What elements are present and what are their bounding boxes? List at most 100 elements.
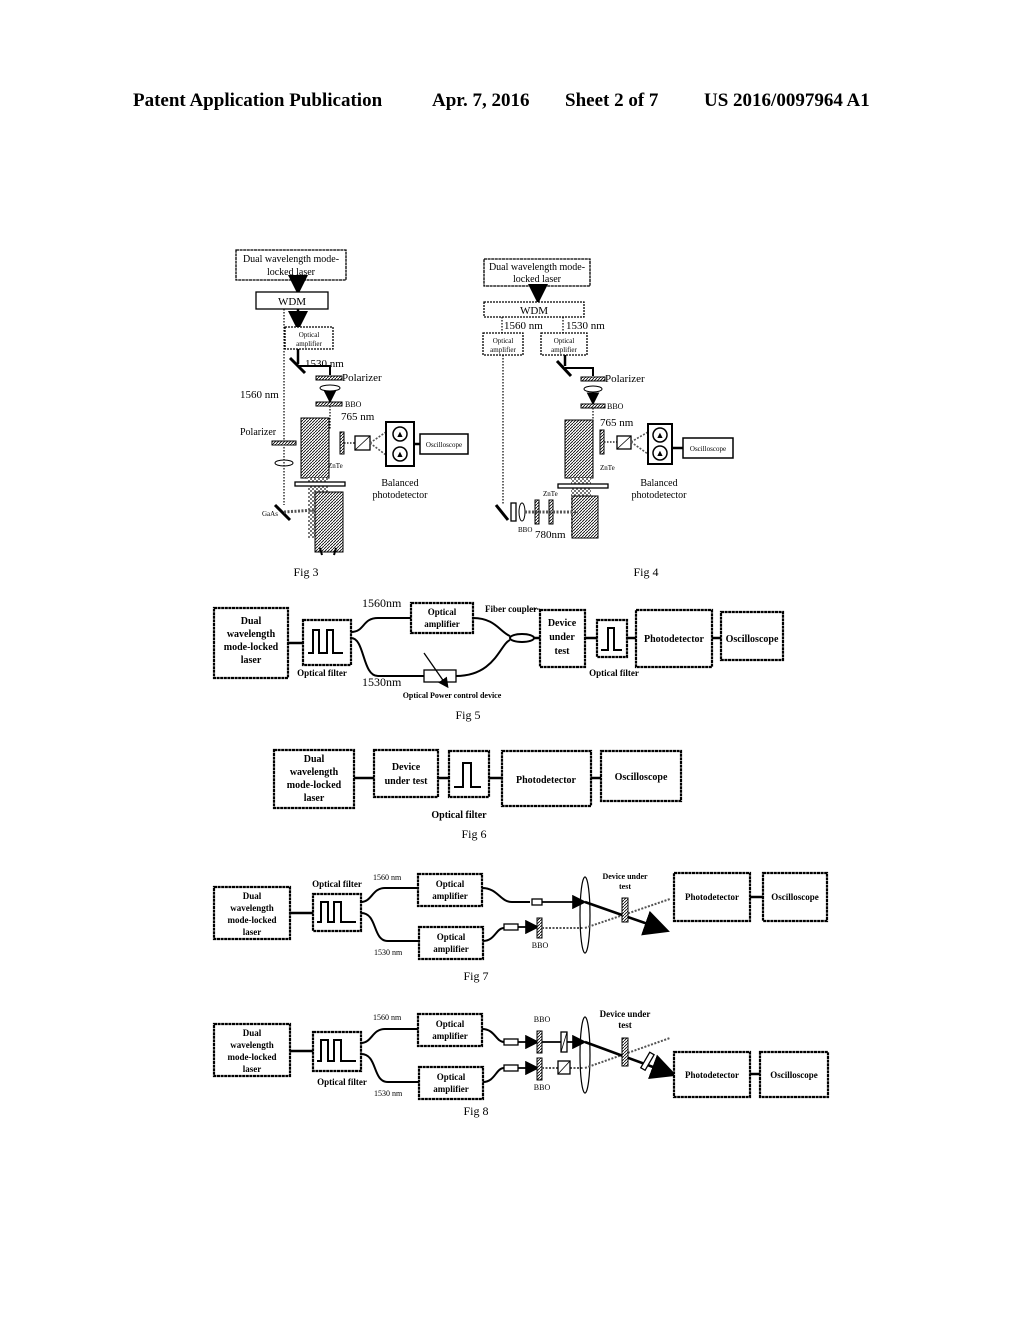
amplifier-label-1: Optical: [299, 331, 320, 339]
fig4-caption: Fig 4: [633, 565, 658, 579]
dut-label: test: [618, 1020, 632, 1030]
bbo-label: BBO: [345, 400, 362, 409]
figure-8: Dual wavelength mode-locked laser Optica…: [212, 1009, 830, 1118]
figure-5: Dual wavelength mode-locked laser Optica…: [212, 596, 785, 722]
dut-label: Device under: [602, 872, 648, 881]
laser-label-1: Dual wavelength mode-: [489, 262, 585, 273]
polarizer-left-label: Polarizer: [240, 427, 277, 438]
figure-3: Dual wavelength mode- locked laser WDM O…: [235, 249, 469, 579]
filter-label: Optical filter: [431, 810, 487, 821]
laser-label: wavelength: [227, 629, 276, 640]
amplifier-label-2: amplifier: [296, 340, 322, 348]
laser-label: Dual: [243, 891, 262, 901]
amp-label-1: Optical: [436, 1019, 465, 1029]
oscilloscope-label: Oscilloscope: [771, 892, 819, 902]
laser-label: laser: [243, 927, 262, 937]
dut-label: test: [619, 882, 631, 891]
laser-label: wavelength: [230, 1040, 274, 1050]
amp-label-1: Optical: [428, 607, 457, 617]
bpd-label-1: Balanced: [640, 478, 677, 489]
bbo-label: BBO: [607, 402, 624, 411]
wavelength-765: 765 nm: [600, 417, 634, 429]
oscilloscope-label: Oscilloscope: [615, 772, 668, 783]
polarizer-label: Polarizer: [605, 373, 645, 385]
wavelength-1530: 1530 nm: [566, 320, 605, 332]
oscilloscope-label: Oscilloscope: [726, 634, 779, 645]
polarizer: [315, 375, 343, 381]
laser-label: wavelength: [290, 767, 339, 778]
amp-label-2: amplifier: [432, 891, 468, 901]
dut-label: Device: [392, 762, 421, 773]
dut-label: under: [549, 632, 575, 643]
wavelength-1560: 1560 nm: [373, 1013, 402, 1022]
photodetector-label: Photodetector: [685, 1070, 739, 1080]
laser-label: mode-locked: [228, 915, 277, 925]
znte-crystal: [339, 431, 345, 455]
filter-label: Optical filter: [297, 668, 347, 678]
gaas-label: GaAs: [262, 510, 278, 518]
wavelength-1560: 1560nm: [362, 596, 402, 610]
fig8-caption: Fig 8: [463, 1104, 488, 1118]
filter-label: Optical filter: [312, 879, 362, 889]
bpd-label-2: photodetector: [632, 490, 688, 501]
oscilloscope-label: Oscilloscope: [690, 445, 726, 453]
bbo-label: BBO: [532, 941, 549, 950]
wavelength-1530: 1530 nm: [374, 1089, 403, 1098]
bbo-top-label: BBO: [534, 1015, 551, 1024]
laser-label: laser: [241, 655, 262, 666]
fig5-caption: Fig 5: [455, 708, 480, 722]
figure-7: Dual wavelength mode-locked laser Optica…: [212, 871, 829, 983]
filter2-label: Optical filter: [589, 668, 639, 678]
coupler-label: Fiber coupler: [485, 604, 537, 614]
photodetector-label: Photodetector: [516, 775, 577, 786]
bbo-crystal: [536, 917, 543, 939]
wavelength-780: 780nm: [535, 529, 566, 541]
amp-label-1: Optical: [436, 879, 465, 889]
laser-label: Dual: [241, 616, 262, 627]
amp-label-2: amplifier: [490, 346, 516, 354]
dut-label: under test: [385, 776, 429, 787]
filter-label: Optical filter: [317, 1077, 367, 1087]
dut-label: Device: [548, 618, 577, 629]
laser-label: mode-locked: [224, 642, 279, 653]
laser-label: mode-locked: [228, 1052, 277, 1062]
laser-label: laser: [243, 1064, 262, 1074]
figure-6: Dual wavelength mode-locked laser Device…: [272, 748, 683, 841]
wavelength-1560: 1560 nm: [373, 873, 402, 882]
bpd-label-1: Balanced: [381, 478, 418, 489]
bbo-top: [536, 1030, 543, 1054]
wavelength-1560: 1560 nm: [240, 389, 279, 401]
amp-label-2: amplifier: [551, 346, 577, 354]
dut-label: Device under: [600, 1009, 651, 1019]
amp-label-1: Optical: [437, 932, 466, 942]
laser-label-1: Dual wavelength mode-: [243, 254, 339, 265]
fiber-coupler: [509, 633, 535, 643]
amp-label-1: Optical: [493, 337, 514, 345]
amp-label-1: Optical: [554, 337, 575, 345]
amp-label-1: Optical: [437, 1072, 466, 1082]
oscilloscope-label: Oscilloscope: [426, 441, 462, 449]
amp-label-2: amplifier: [433, 944, 469, 954]
wavelength-1530: 1530 nm: [305, 358, 344, 370]
bbo-bottom-label: BBO: [534, 1083, 551, 1092]
device-under-test: [621, 897, 629, 923]
bbo-bottom: [536, 1057, 543, 1081]
lens: [319, 384, 341, 392]
fig3-caption: Fig 3: [293, 565, 318, 579]
amp-label-2: amplifier: [433, 1084, 469, 1094]
photodetector-label: Photodetector: [685, 892, 739, 902]
svg-text:▲: ▲: [656, 430, 665, 440]
wdm-label: WDM: [520, 305, 548, 317]
oscilloscope-label: Oscilloscope: [770, 1070, 818, 1080]
znte-bottom-label: ZnTe: [543, 490, 558, 498]
power-control-label: Optical Power control device: [403, 691, 502, 700]
fig7-caption: Fig 7: [463, 969, 488, 983]
amp-label-2: amplifier: [432, 1031, 468, 1041]
wavelength-765: 765 nm: [341, 411, 375, 423]
bbo-crystal: [315, 401, 343, 407]
svg-text:▲: ▲: [656, 448, 665, 458]
dut-label: test: [555, 646, 571, 657]
amp-label-2: amplifier: [424, 619, 460, 629]
svg-text:▲: ▲: [396, 449, 405, 459]
laser-label: wavelength: [230, 903, 274, 913]
